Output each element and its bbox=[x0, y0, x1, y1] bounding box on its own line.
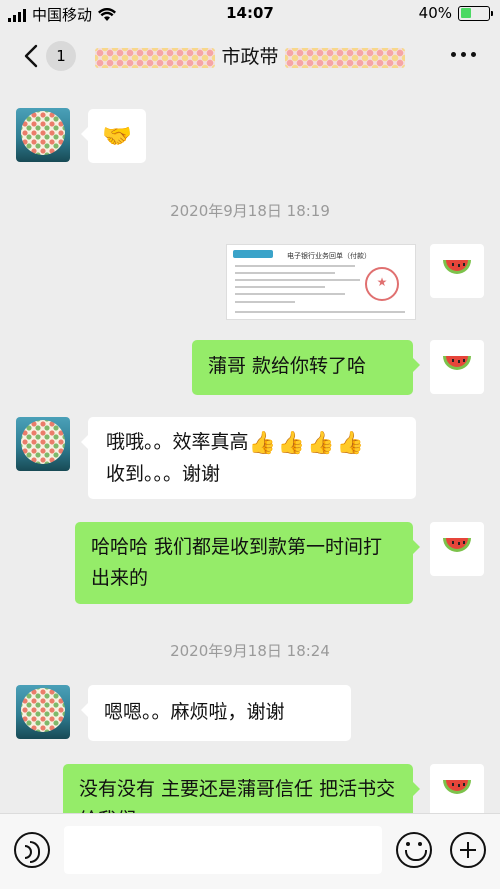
unread-count-badge[interactable]: 1 bbox=[46, 41, 76, 71]
message-text: 收到。。。谢谢 bbox=[106, 463, 221, 485]
message-bubble-outgoing[interactable]: 哈哈哈 我们都是收到款第一时间打出来的 bbox=[75, 522, 420, 604]
watermelon-avatar bbox=[443, 538, 471, 552]
battery-icon bbox=[458, 5, 493, 21]
redacted-name bbox=[284, 47, 405, 68]
my-avatar[interactable] bbox=[430, 244, 484, 298]
chat-title-text: 市政带 bbox=[221, 46, 279, 68]
plus-icon[interactable] bbox=[450, 832, 486, 868]
message-bubble-incoming[interactable]: 🤝 bbox=[81, 109, 146, 163]
message-list[interactable]: 🤝 2020年9月18日 18:19 电子银行业务回单（付款） 蒲哥 款给你转了… bbox=[0, 84, 500, 813]
message-text: 嗯嗯。。麻烦啦，谢谢 bbox=[104, 701, 285, 723]
status-bar: 中国移动 14:07 40% bbox=[0, 0, 500, 28]
contact-avatar[interactable] bbox=[16, 685, 70, 739]
contact-avatar[interactable] bbox=[16, 417, 70, 471]
battery-info: 40% bbox=[418, 4, 493, 22]
contact-avatar[interactable] bbox=[16, 108, 70, 162]
my-avatar[interactable] bbox=[430, 522, 484, 576]
watermelon-avatar bbox=[443, 356, 471, 370]
redacted-name bbox=[95, 47, 216, 68]
message-timestamp: 2020年9月18日 18:19 bbox=[170, 202, 330, 220]
thumbs-up-emoji: 👍👍👍👍 bbox=[248, 431, 367, 456]
message-input[interactable] bbox=[64, 826, 382, 874]
input-bar bbox=[0, 813, 500, 889]
bank-receipt-image[interactable]: 电子银行业务回单（付款） bbox=[226, 244, 416, 320]
message-bubble-outgoing[interactable]: 没有没有 主要还是蒲哥信任 把活书交给我们 bbox=[63, 764, 420, 813]
battery-percent: 40% bbox=[418, 4, 452, 22]
message-line: 哦哦。。效率真高👍👍👍👍 bbox=[106, 427, 400, 459]
watermelon-avatar bbox=[443, 780, 471, 794]
message-bubble-outgoing[interactable]: 蒲哥 款给你转了哈 bbox=[192, 340, 420, 395]
message-bubble-incoming[interactable]: 嗯嗯。。麻烦啦，谢谢 bbox=[81, 685, 351, 741]
chat-header: 1 市政带 bbox=[0, 28, 500, 84]
message-text: 哈哈哈 我们都是收到款第一时间打出来的 bbox=[91, 536, 383, 589]
bank-logo bbox=[233, 250, 273, 258]
seal-stamp bbox=[365, 267, 399, 301]
message-timestamp: 2020年9月18日 18:24 bbox=[170, 642, 330, 660]
receipt-title: 电子银行业务回单（付款） bbox=[287, 252, 371, 260]
back-icon[interactable] bbox=[16, 40, 48, 72]
my-avatar[interactable] bbox=[430, 764, 484, 813]
emoji-icon[interactable] bbox=[396, 832, 432, 868]
message-text: 蒲哥 款给你转了哈 bbox=[208, 355, 367, 377]
message-text: 没有没有 主要还是蒲哥信任 把活书交给我们 bbox=[79, 778, 396, 813]
message-text: 哦哦。。效率真高 bbox=[106, 431, 249, 453]
more-icon[interactable] bbox=[451, 52, 476, 57]
chat-title: 市政带 bbox=[90, 42, 410, 70]
battery-fill bbox=[460, 8, 472, 18]
my-avatar[interactable] bbox=[430, 340, 484, 394]
message-bubble-incoming[interactable]: 哦哦。。效率真高👍👍👍👍 收到。。。谢谢 bbox=[81, 417, 416, 499]
voice-icon[interactable] bbox=[14, 832, 50, 868]
watermelon-avatar bbox=[443, 260, 471, 274]
handshake-emoji: 🤝 bbox=[102, 122, 132, 150]
